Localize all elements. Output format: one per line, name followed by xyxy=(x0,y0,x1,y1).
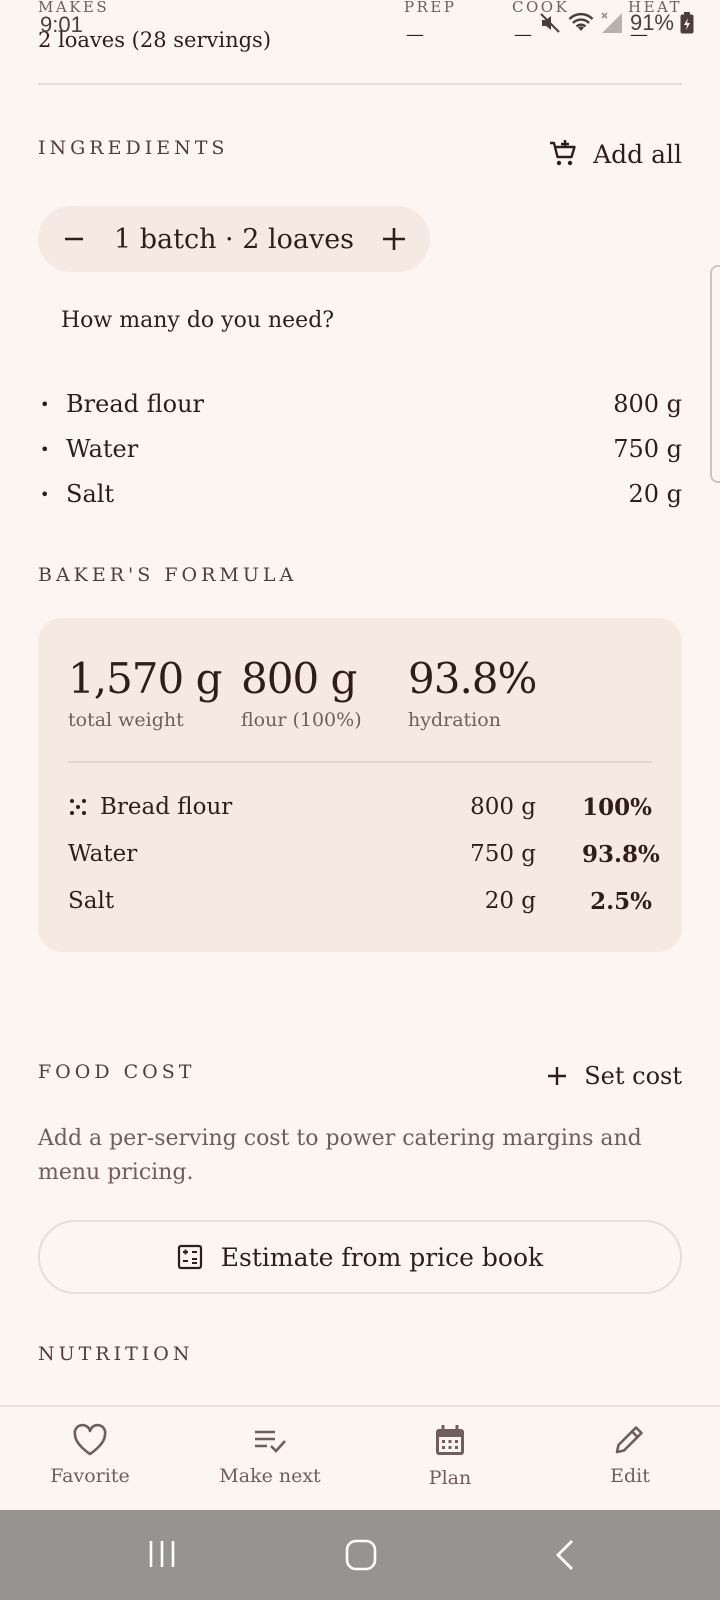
nav-label: Favorite xyxy=(50,1465,130,1487)
ingredient-amount: 800 g xyxy=(613,390,682,418)
battery-percent: 91% xyxy=(629,10,674,35)
home-button[interactable] xyxy=(344,1538,378,1576)
pencil-icon xyxy=(615,1426,643,1454)
stat-label: flour (100%) xyxy=(241,709,362,731)
nav-label: Edit xyxy=(610,1465,650,1487)
favorite-button[interactable]: Favorite xyxy=(20,1423,160,1487)
formula-percent: 100% xyxy=(582,793,652,821)
bullet-icon: • xyxy=(40,439,50,459)
batch-label: 1 batch · 2 loaves xyxy=(113,223,355,255)
plus-icon xyxy=(383,228,405,250)
plan-button[interactable]: Plan xyxy=(380,1423,520,1489)
decrease-batch-button[interactable] xyxy=(58,223,90,255)
back-icon xyxy=(556,1540,573,1570)
bottom-action-bar: Favorite Make next Plan Edit xyxy=(0,1405,720,1510)
stat-flour: 800 g flour (100%) xyxy=(241,654,362,731)
bakers-formula-card: 1,570 g total weight 800 g flour (100%) … xyxy=(38,618,682,952)
stat-total-weight: 1,570 g total weight xyxy=(68,654,222,731)
calculator-icon xyxy=(177,1244,202,1270)
stat-hydration: 93.8% hydration xyxy=(408,654,537,731)
bullet-icon: • xyxy=(40,394,50,414)
stat-label: hydration xyxy=(408,709,501,731)
ingredient-amount: 20 g xyxy=(628,480,682,508)
formula-row: Salt 20 g 2.5% xyxy=(68,879,652,923)
status-time: 9:01 xyxy=(40,12,83,37)
system-navigation-bar xyxy=(0,1510,720,1600)
back-button[interactable] xyxy=(552,1538,578,1576)
ingredient-row: • Bread flour 800 g xyxy=(40,382,682,426)
wifi-icon xyxy=(568,12,594,31)
ingredient-row: • Salt 20 g xyxy=(40,472,682,516)
food-cost-description: Add a per-serving cost to power catering… xyxy=(38,1126,642,1185)
ingredient-name: Water xyxy=(66,435,139,463)
prep-value: — xyxy=(406,24,424,45)
prep-label: PREP xyxy=(404,0,457,16)
formula-row: Water 750 g 93.8% xyxy=(68,832,660,876)
increase-batch-button[interactable] xyxy=(378,223,410,255)
formula-name: Bread flour xyxy=(100,794,233,820)
servings-helper-text: How many do you need? xyxy=(61,308,335,333)
minus-icon xyxy=(65,237,83,241)
add-all-button[interactable]: Add all xyxy=(547,138,682,170)
flour-grain-icon xyxy=(70,799,86,815)
stat-label: total weight xyxy=(68,709,184,731)
signal-icon xyxy=(601,12,622,33)
set-cost-button[interactable]: Set cost xyxy=(546,1062,682,1090)
food-cost-title: FOOD COST xyxy=(38,1061,196,1083)
ingredient-name: Salt xyxy=(66,480,115,508)
estimate-label: Estimate from price book xyxy=(220,1242,544,1272)
recent-apps-icon xyxy=(149,1541,175,1567)
edit-button[interactable]: Edit xyxy=(560,1423,700,1487)
formula-percent: 93.8% xyxy=(582,840,660,868)
ingredient-amount: 750 g xyxy=(613,435,682,463)
stat-value: 1,570 g xyxy=(68,654,222,703)
battery-icon xyxy=(680,12,694,34)
mute-icon xyxy=(540,13,560,33)
ingredients-title: INGREDIENTS xyxy=(38,137,229,159)
set-cost-label: Set cost xyxy=(584,1062,682,1090)
stat-value: 800 g xyxy=(241,654,357,703)
add-all-label: Add all xyxy=(593,139,682,169)
bullet-icon: • xyxy=(40,484,50,504)
nutrition-title: NUTRITION xyxy=(38,1343,194,1365)
ingredient-row: • Water 750 g xyxy=(40,427,682,471)
formula-weight: 800 g xyxy=(470,794,536,820)
home-icon xyxy=(345,1539,377,1571)
scroll-handle[interactable] xyxy=(710,265,720,483)
formula-weight: 20 g xyxy=(484,888,536,914)
formula-name: Water xyxy=(68,841,138,867)
cart-add-icon xyxy=(550,140,576,166)
nav-label: Make next xyxy=(219,1465,321,1487)
card-divider xyxy=(68,761,652,763)
playlist-check-icon xyxy=(255,1430,286,1453)
formula-name: Salt xyxy=(68,888,115,914)
stat-value: 93.8% xyxy=(408,654,537,703)
estimate-from-price-book-button[interactable]: Estimate from price book xyxy=(38,1220,682,1294)
recent-apps-button[interactable] xyxy=(146,1538,178,1574)
bakers-formula-title: BAKER'S FORMULA xyxy=(38,564,298,586)
header-divider xyxy=(38,83,682,85)
formula-row: Bread flour 800 g 100% xyxy=(68,785,652,829)
batch-stepper: 1 batch · 2 loaves xyxy=(38,206,430,272)
heart-icon xyxy=(73,1423,107,1456)
nav-label: Plan xyxy=(428,1467,472,1489)
calendar-icon xyxy=(436,1425,464,1455)
plus-icon xyxy=(548,1067,567,1085)
cook-value: — xyxy=(514,24,532,45)
formula-weight: 750 g xyxy=(470,841,536,867)
status-icons: 91% xyxy=(538,10,694,36)
formula-percent: 2.5% xyxy=(590,887,652,915)
ingredient-name: Bread flour xyxy=(66,390,204,418)
make-next-button[interactable]: Make next xyxy=(200,1423,340,1487)
